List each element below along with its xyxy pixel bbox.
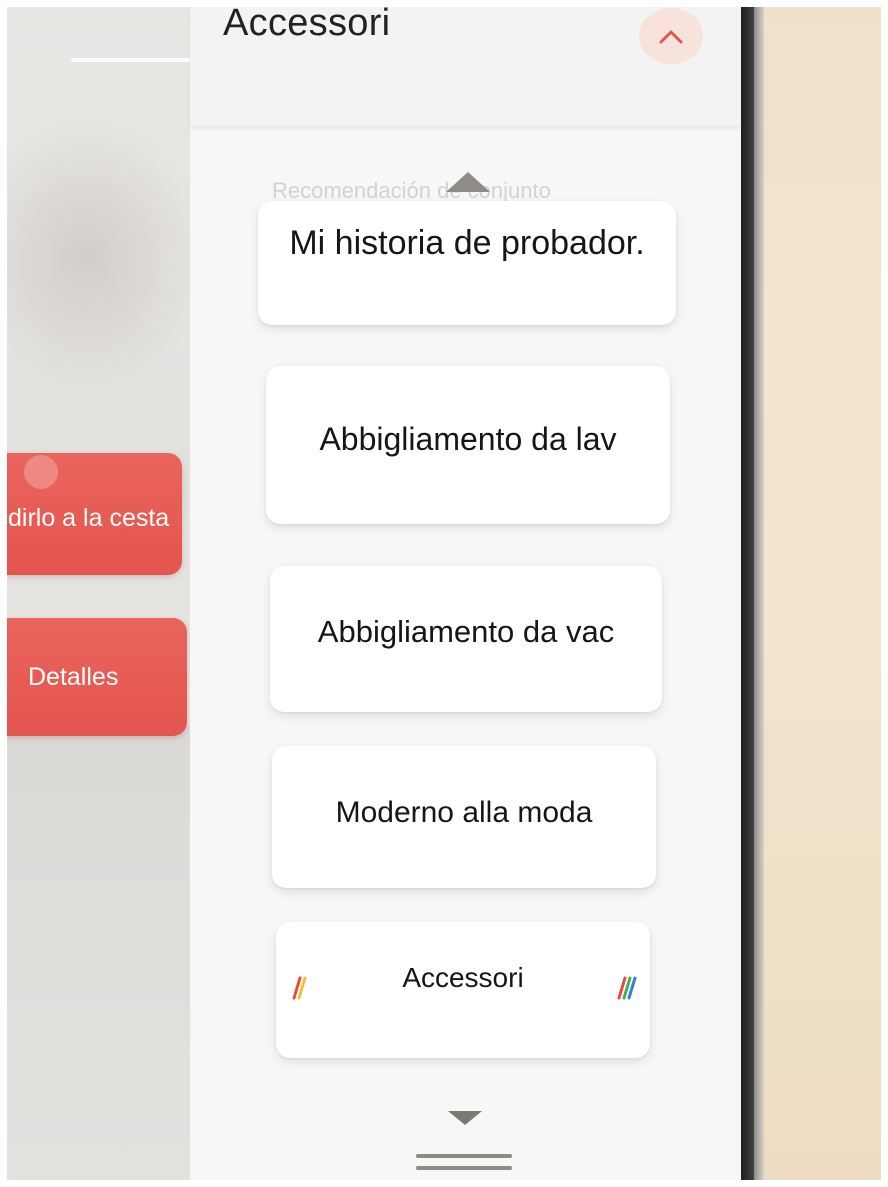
menu-option-vacation-clothing[interactable]: Abbigliamento da vac bbox=[270, 566, 662, 712]
details-button[interactable]: Detalles bbox=[6, 618, 187, 736]
menu-option-label: Mi historia de probador. bbox=[289, 223, 645, 262]
menu-option-label: Abbigliamento da lav bbox=[319, 420, 617, 457]
photo-frame: dirlo a la cesta Detalles Accessori Reco… bbox=[0, 0, 888, 1187]
dropdown-header[interactable]: Accessori bbox=[190, 6, 741, 126]
triangle-down-icon[interactable] bbox=[448, 1111, 482, 1125]
rainbow-slash-icon bbox=[292, 976, 307, 1000]
menu-option-fitting-history[interactable]: Mi historia de probador. bbox=[258, 201, 676, 325]
cart-icon bbox=[24, 455, 58, 489]
menu-option-work-clothing[interactable]: Abbigliamento da lav bbox=[266, 366, 670, 524]
menu-option-modern-fashion[interactable]: Moderno alla moda bbox=[272, 746, 656, 888]
bezel-edge bbox=[754, 0, 764, 1187]
category-dropdown: Accessori Recomendación de conjunto Mi h… bbox=[190, 6, 741, 1181]
triangle-up-icon[interactable] bbox=[446, 172, 490, 192]
add-to-cart-button[interactable]: dirlo a la cesta bbox=[6, 453, 182, 575]
menu-option-accessories[interactable]: Accessori bbox=[276, 922, 650, 1058]
kiosk-screen: dirlo a la cesta Detalles Accessori Reco… bbox=[6, 6, 741, 1181]
menu-option-label: Moderno alla moda bbox=[335, 796, 593, 829]
collapse-button[interactable] bbox=[639, 8, 703, 64]
menu-option-label: Abbigliamento da vac bbox=[317, 614, 615, 649]
add-to-cart-label: dirlo a la cesta bbox=[8, 503, 170, 532]
chevron-up-icon bbox=[659, 30, 683, 44]
drag-handle-icon[interactable] bbox=[416, 1166, 512, 1170]
dropdown-title: Accessori bbox=[223, 6, 391, 44]
drag-handle-icon[interactable] bbox=[416, 1154, 512, 1158]
rainbow-slash-icon bbox=[617, 976, 637, 1000]
menu-option-label: Accessori bbox=[402, 962, 524, 993]
details-label: Detalles bbox=[28, 662, 119, 691]
